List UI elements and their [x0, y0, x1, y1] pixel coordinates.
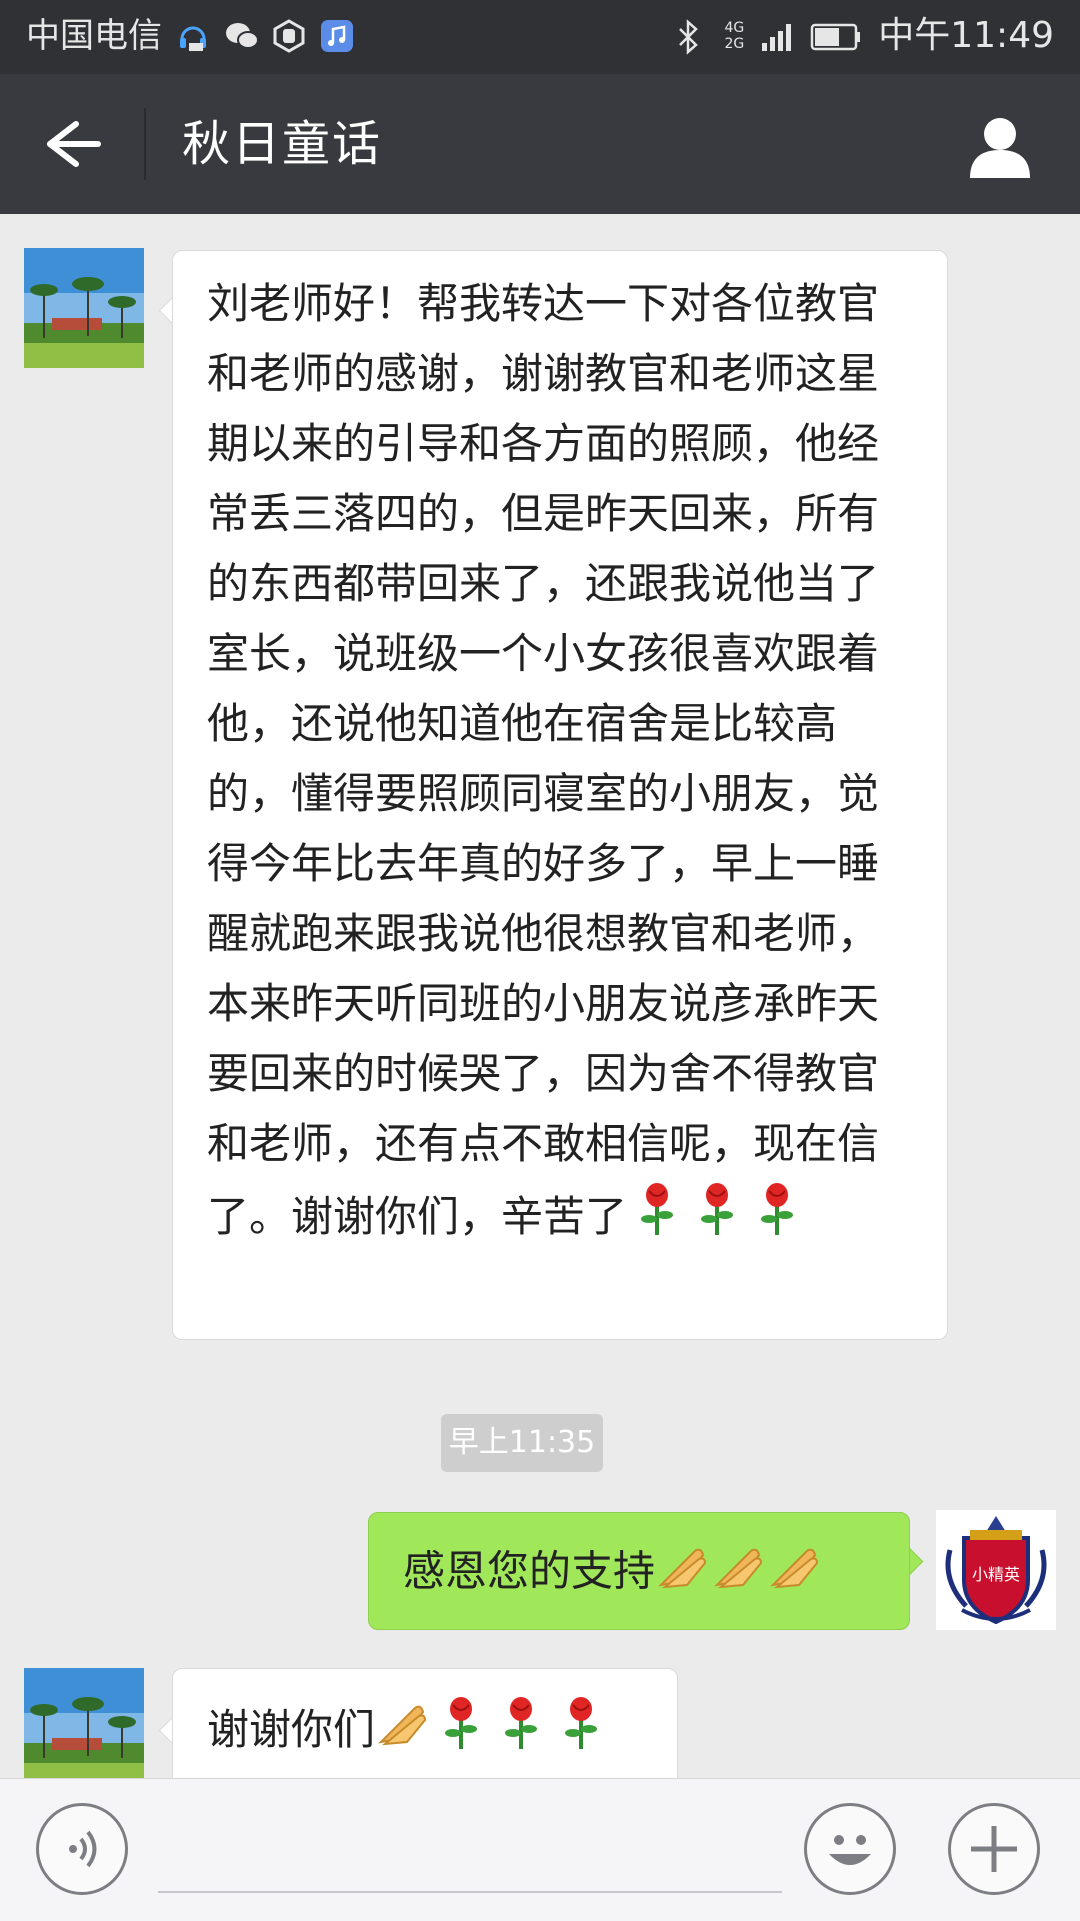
back-button[interactable] — [36, 110, 112, 178]
landscape-avatar-image — [24, 248, 144, 368]
status-bar: 中国电信 4G 2G 中午11:49 — [0, 0, 1080, 74]
music-notification-icon — [320, 19, 354, 53]
chat-info-button[interactable] — [964, 110, 1036, 182]
message-input[interactable] — [158, 1809, 782, 1893]
contact-avatar[interactable] — [24, 1668, 144, 1778]
hand-notification-icon — [272, 19, 306, 53]
contact-avatar[interactable] — [24, 248, 144, 368]
nav-bar: 秋日童话 — [0, 74, 1080, 214]
network-type-secondary: 2G — [724, 36, 745, 52]
message-text: 刘老师好！帮我转达一下对各位教官和老师的感谢，谢谢教官和老师这星期以来的引导和各… — [207, 279, 880, 1241]
message-bubble[interactable]: 谢谢你们 — [172, 1668, 678, 1778]
clock: 中午11:49 — [878, 15, 1054, 56]
my-message-text: 感恩您的支持 — [403, 1546, 656, 1596]
headset-notification-icon — [176, 19, 210, 53]
more-functions-button[interactable] — [948, 1803, 1040, 1895]
status-left: 中国电信 — [26, 14, 354, 58]
rose-emoji — [491, 1693, 551, 1772]
landscape-avatar-image — [24, 1668, 144, 1778]
rose-emoji — [627, 1179, 687, 1260]
crest-text: 小精英 — [972, 1565, 1020, 1584]
plus-icon — [971, 1826, 1017, 1872]
rose-emoji — [747, 1179, 807, 1260]
crest-logo-icon: 小精英 — [936, 1510, 1056, 1630]
my-message-bubble[interactable]: 感恩您的支持 — [368, 1512, 910, 1630]
praying-hands-emoji — [655, 1541, 711, 1607]
network-type-primary: 4G — [724, 20, 745, 36]
voice-input-button[interactable] — [36, 1803, 128, 1895]
rose-emoji — [687, 1179, 747, 1260]
nav-divider — [144, 108, 146, 180]
person-icon — [970, 118, 1030, 178]
smiley-icon — [829, 1835, 871, 1865]
voice-icon — [69, 1830, 97, 1868]
battery-icon — [810, 19, 862, 53]
bluetooth-icon — [674, 19, 708, 55]
network-type: 4G 2G — [724, 20, 744, 52]
chat-title: 秋日童话 — [182, 116, 383, 172]
message-timestamp: 早上11:35 — [441, 1414, 603, 1472]
praying-hands-emoji — [767, 1541, 823, 1607]
input-bar — [0, 1778, 1080, 1921]
message-bubble[interactable]: 刘老师好！帮我转达一下对各位教官和老师的感谢，谢谢教官和老师这星期以来的引导和各… — [172, 250, 948, 1340]
emoji-button[interactable] — [804, 1803, 896, 1895]
arrow-left-icon — [47, 121, 101, 167]
signal-icon — [760, 19, 794, 53]
message-text: 谢谢你们 — [207, 1705, 376, 1754]
wechat-notification-icon — [224, 19, 259, 53]
carrier-name: 中国电信 — [26, 16, 162, 56]
praying-hands-emoji — [711, 1541, 767, 1607]
rose-emoji — [551, 1693, 611, 1772]
status-right: 4G 2G 中午11:49 — [674, 14, 1054, 58]
chat-area[interactable]: 刘老师好！帮我转达一下对各位教官和老师的感谢，谢谢教官和老师这星期以来的引导和各… — [0, 214, 1080, 1778]
my-avatar[interactable]: 小精英 — [936, 1510, 1056, 1630]
praying-hands-emoji — [375, 1698, 431, 1767]
rose-emoji — [431, 1693, 491, 1772]
